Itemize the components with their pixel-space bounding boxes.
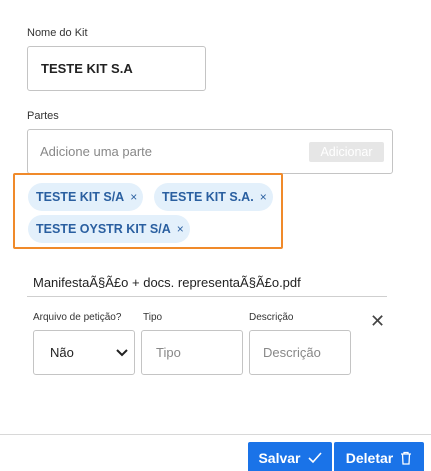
trash-icon <box>401 451 412 465</box>
parts-placeholder: Adicione uma parte <box>40 144 153 159</box>
tipo-input[interactable]: Tipo <box>141 330 243 375</box>
part-chip: TESTE KIT S/A × <box>28 183 144 211</box>
chevron-down-icon <box>116 348 128 356</box>
add-part-button[interactable]: Adicionar <box>309 142 384 162</box>
descricao-input[interactable]: Descrição <box>249 330 351 375</box>
save-button-label: Salvar <box>258 449 301 466</box>
parts-input[interactable]: Adicione uma parte Adicionar <box>27 129 393 174</box>
descricao-placeholder: Descrição <box>263 345 321 360</box>
save-button[interactable]: Salvar <box>248 442 332 471</box>
part-chip-label: TESTE KIT S/A <box>36 190 125 204</box>
kit-name-label: Nome do Kit <box>27 27 88 39</box>
close-icon[interactable]: ✕ <box>370 311 385 332</box>
chip-remove-icon[interactable]: × <box>260 190 267 204</box>
kit-name-input[interactable]: TESTE KIT S.A <box>27 46 206 91</box>
delete-button[interactable]: Deletar <box>334 442 424 471</box>
parts-label: Partes <box>27 110 59 122</box>
part-chip: TESTE OYSTR KIT S/A × <box>28 215 190 243</box>
arquivo-select-value: Não <box>50 345 74 360</box>
document-file-name: ManifestaÃ§Ã£o + docs. representaÃ§Ã£o.p… <box>33 275 301 290</box>
parts-chip-list: TESTE KIT S/A × TESTE KIT S.A. × TESTE O… <box>13 173 283 249</box>
part-chip: TESTE KIT S.A. × <box>154 183 273 211</box>
footer-divider <box>0 434 431 435</box>
divider <box>27 296 387 297</box>
descricao-label: Descrição <box>249 312 294 323</box>
arquivo-select[interactable]: Não <box>33 330 135 375</box>
arquivo-label: Arquivo de petição? <box>33 312 122 323</box>
delete-button-label: Deletar <box>345 449 394 466</box>
tipo-placeholder: Tipo <box>156 345 181 360</box>
chip-remove-icon[interactable]: × <box>177 222 184 236</box>
tipo-label: Tipo <box>143 312 163 323</box>
check-icon <box>307 451 322 463</box>
part-chip-label: TESTE KIT S.A. <box>162 190 254 204</box>
chip-remove-icon[interactable]: × <box>130 190 137 204</box>
part-chip-label: TESTE OYSTR KIT S/A <box>36 222 171 236</box>
